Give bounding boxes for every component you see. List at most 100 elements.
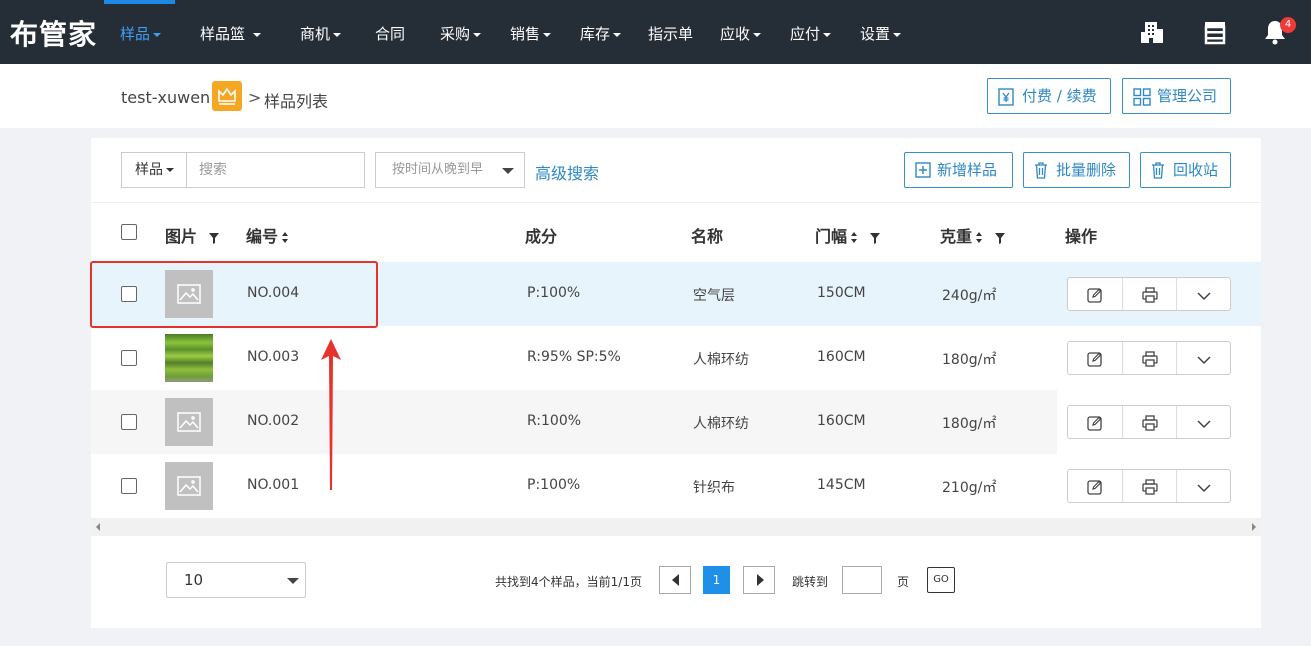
cell-code[interactable]: NO.002 — [247, 413, 299, 429]
nav-item-sample-basket[interactable]: 样品篮 — [200, 23, 261, 44]
next-page-button[interactable] — [743, 566, 775, 594]
arrow-left-icon — [672, 574, 679, 586]
row-actions — [1067, 405, 1231, 439]
jump-to-label: 跳转到 — [792, 575, 829, 589]
pay-renew-button[interactable]: 付费 / 续费 — [987, 78, 1111, 114]
table-row[interactable]: NO.001 P:100% 针织布 145CM 210g/㎡ — [91, 454, 1261, 518]
sample-list-panel: 样品 按时间从晚到早 高级搜索 新增样品 批量删除 回收站 图片 编号 成分 名… — [91, 138, 1261, 536]
breadcrumb-user[interactable]: test-xuwen — [121, 88, 210, 107]
column-header-width[interactable]: 门幅 — [815, 223, 880, 247]
top-nav: 布管家 样品 样品篮 商机 合同 采购 销售 库存 指示单 应收 应付 设置 4 — [0, 0, 1311, 64]
batch-delete-button[interactable]: 批量删除 — [1023, 152, 1130, 188]
trash-icon — [1152, 162, 1164, 179]
row-checkbox[interactable] — [121, 414, 137, 430]
advanced-search-link[interactable]: 高级搜索 — [535, 160, 599, 184]
horizontal-scrollbar[interactable] — [91, 518, 1261, 536]
arrow-right-icon — [757, 574, 764, 586]
cell-code[interactable]: NO.001 — [247, 477, 299, 493]
sample-image-photo[interactable] — [165, 334, 213, 382]
cell-composition: R:100% — [527, 413, 582, 429]
column-header-code[interactable]: 编号 — [246, 223, 289, 247]
more-actions-dropdown[interactable] — [1176, 406, 1230, 438]
cell-name: 人棉环纺 — [693, 352, 749, 368]
nav-item-purchase[interactable]: 采购 — [440, 23, 482, 44]
print-button[interactable] — [1122, 406, 1176, 438]
scroll-right-arrow[interactable] — [1252, 523, 1256, 531]
filter-icon[interactable] — [994, 232, 1005, 244]
page-size-select[interactable]: 10 — [166, 562, 306, 598]
cell-name: 空气层 — [693, 288, 735, 304]
current-page-button[interactable]: 1 — [703, 566, 730, 594]
jump-unit-label: 页 — [897, 575, 910, 589]
row-actions — [1067, 341, 1231, 375]
grid-icon — [1133, 88, 1151, 106]
nav-item-samples[interactable]: 样品 — [120, 23, 162, 44]
add-sample-button[interactable]: 新增样品 — [904, 152, 1013, 188]
nav-item-settings[interactable]: 设置 — [860, 23, 902, 44]
more-actions-dropdown[interactable] — [1176, 342, 1230, 374]
sort-icon[interactable] — [282, 231, 289, 244]
sort-icon[interactable] — [851, 231, 858, 244]
nav-item-contracts[interactable]: 合同 — [375, 23, 405, 44]
print-button[interactable] — [1122, 278, 1176, 310]
breadcrumb-separator: > — [248, 88, 262, 107]
store-icon[interactable] — [1201, 18, 1229, 46]
cell-code[interactable]: NO.003 — [247, 349, 299, 365]
edit-icon — [1087, 480, 1102, 495]
search-input[interactable] — [186, 152, 365, 188]
notification-badge: 4 — [1280, 17, 1296, 33]
cell-weight: 180g/㎡ — [942, 416, 997, 432]
logo: 布管家 — [10, 18, 98, 51]
recycle-bin-button[interactable]: 回收站 — [1140, 152, 1231, 188]
sort-order-select[interactable]: 按时间从晚到早 — [375, 152, 525, 188]
annotation-arrow-icon — [321, 339, 341, 490]
row-actions — [1067, 469, 1231, 503]
nav-item-receivables[interactable]: 应收 — [720, 23, 762, 44]
edit-button[interactable] — [1068, 470, 1122, 502]
chevron-down-icon — [1197, 420, 1211, 429]
sample-image-placeholder[interactable] — [165, 398, 213, 446]
cell-width: 145CM — [817, 477, 866, 493]
edit-button[interactable] — [1068, 278, 1122, 310]
nav-item-payables[interactable]: 应付 — [790, 23, 832, 44]
image-placeholder-icon — [177, 412, 201, 432]
table-row[interactable]: NO.002 R:100% 人棉环纺 160CM 180g/㎡ — [91, 390, 1261, 454]
pagination-bar: 10 共找到4个样品，当前1/1页 1 跳转到 页 GO — [91, 536, 1261, 628]
cell-weight: 180g/㎡ — [942, 352, 997, 368]
column-header-weight[interactable]: 克重 — [940, 223, 1005, 247]
manage-company-button[interactable]: 管理公司 — [1122, 78, 1231, 114]
more-actions-dropdown[interactable] — [1176, 470, 1230, 502]
nav-item-instructions[interactable]: 指示单 — [648, 23, 693, 44]
more-actions-dropdown[interactable] — [1176, 278, 1230, 310]
print-button[interactable] — [1122, 470, 1176, 502]
sample-image-placeholder[interactable] — [165, 462, 213, 510]
nav-item-sales[interactable]: 销售 — [510, 23, 552, 44]
edit-button[interactable] — [1068, 342, 1122, 374]
building-icon[interactable] — [1139, 18, 1167, 46]
jump-page-input[interactable] — [842, 566, 882, 594]
printer-icon — [1142, 479, 1158, 495]
filter-icon[interactable] — [869, 232, 880, 244]
column-header-composition: 成分 — [525, 227, 558, 246]
nav-item-opportunities[interactable]: 商机 — [300, 23, 342, 44]
chevron-down-icon — [1197, 292, 1211, 301]
prev-page-button[interactable] — [659, 566, 691, 594]
edit-button[interactable] — [1068, 406, 1122, 438]
row-checkbox[interactable] — [121, 478, 137, 494]
go-button[interactable]: GO — [927, 567, 955, 593]
filter-icon[interactable] — [208, 232, 219, 244]
cell-name: 针织布 — [693, 480, 735, 496]
cell-composition: P:100% — [527, 477, 581, 493]
cell-width: 160CM — [817, 413, 866, 429]
table-row[interactable]: NO.003 R:95% SP:5% 人棉环纺 160CM 180g/㎡ — [91, 326, 1261, 390]
active-nav-indicator — [104, 0, 175, 4]
nav-item-inventory[interactable]: 库存 — [580, 23, 622, 44]
sort-icon[interactable] — [976, 231, 983, 244]
print-button[interactable] — [1122, 342, 1176, 374]
printer-icon — [1142, 287, 1158, 303]
trash-icon — [1035, 162, 1047, 179]
scroll-left-arrow[interactable] — [96, 523, 100, 531]
search-type-dropdown[interactable]: 样品 — [121, 152, 187, 188]
select-all-checkbox[interactable] — [121, 224, 137, 240]
row-checkbox[interactable] — [121, 350, 137, 366]
